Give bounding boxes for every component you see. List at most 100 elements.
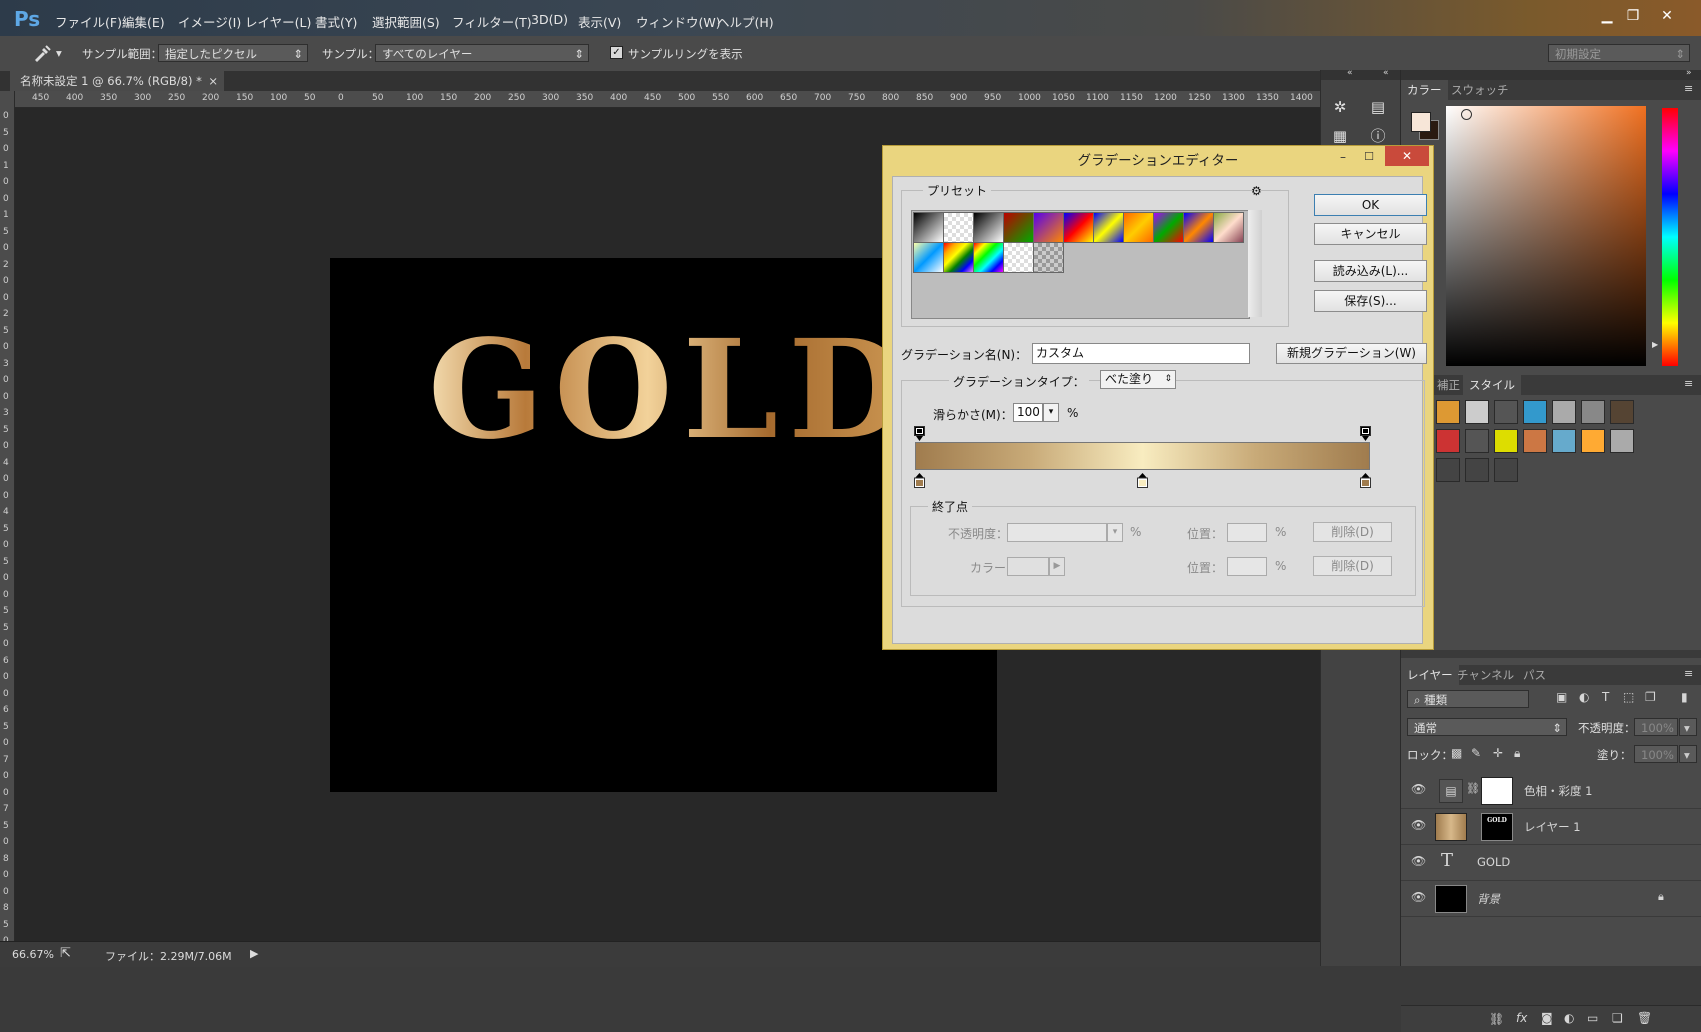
gradient-preset-swatch[interactable] bbox=[973, 212, 1004, 243]
style-swatch[interactable] bbox=[1494, 458, 1518, 482]
layer-row[interactable]: 👁︎ 背景 🔒︎ bbox=[1401, 880, 1701, 917]
gradient-preset-swatch[interactable] bbox=[913, 212, 944, 243]
brush-settings-icon[interactable]: ✲ bbox=[1327, 96, 1353, 118]
new-layer-icon[interactable]: ❏ bbox=[1612, 1011, 1623, 1025]
gradient-preset-swatch[interactable] bbox=[913, 242, 944, 273]
tab-swatches[interactable]: スウォッチ bbox=[1445, 80, 1515, 100]
visibility-eye-icon[interactable]: 👁︎ bbox=[1411, 782, 1426, 796]
sample-select[interactable]: すべてのレイヤー ⇕ bbox=[375, 44, 589, 62]
gradient-preset-swatch[interactable] bbox=[1153, 212, 1184, 243]
menu-image[interactable]: イメージ(I) bbox=[178, 12, 241, 31]
style-swatch[interactable] bbox=[1436, 400, 1460, 424]
menu-window[interactable]: ウィンドウ(W) bbox=[636, 12, 721, 31]
style-swatch[interactable] bbox=[1436, 429, 1460, 453]
layer-thumbnail[interactable] bbox=[1435, 885, 1467, 913]
new-gradient-button[interactable]: 新規グラデーション(W) bbox=[1276, 343, 1427, 364]
style-swatch[interactable] bbox=[1610, 429, 1634, 453]
dialog-maximize-button[interactable]: ☐ bbox=[1357, 150, 1381, 170]
hue-slider[interactable] bbox=[1662, 108, 1678, 366]
filter-adjustment-icon[interactable]: ◐ bbox=[1579, 690, 1589, 704]
tab-styles[interactable]: スタイル bbox=[1463, 375, 1521, 395]
gradient-preset-swatch[interactable] bbox=[973, 242, 1004, 273]
color-stop-middle[interactable] bbox=[1137, 473, 1148, 488]
layer-row[interactable]: 👁︎ GOLD レイヤー 1 bbox=[1401, 808, 1701, 845]
save-button[interactable]: 保存(S)... bbox=[1314, 290, 1427, 312]
blend-mode-select[interactable]: 通常 ⇕ bbox=[1407, 718, 1567, 736]
fx-icon[interactable]: fx bbox=[1516, 1011, 1527, 1025]
style-swatch[interactable] bbox=[1465, 400, 1489, 424]
opacity-stop-right[interactable] bbox=[1360, 426, 1371, 441]
brush-presets-icon[interactable]: ▦ bbox=[1327, 125, 1353, 147]
gradient-preset-swatch[interactable] bbox=[1123, 212, 1154, 243]
menu-help[interactable]: ヘルプ(H) bbox=[717, 12, 774, 31]
style-swatch[interactable] bbox=[1436, 458, 1460, 482]
layer-name[interactable]: レイヤー 1 bbox=[1524, 819, 1581, 835]
delete-color-stop-button[interactable]: 削除(D) bbox=[1313, 556, 1392, 576]
expand-right-icon[interactable]: » bbox=[1686, 68, 1692, 78]
stop-opacity-dropdown-icon[interactable]: ▾ bbox=[1107, 523, 1123, 542]
preset-scrollbar[interactable] bbox=[1248, 210, 1262, 317]
tab-paths[interactable]: パス bbox=[1517, 665, 1552, 685]
style-swatch[interactable] bbox=[1494, 429, 1518, 453]
export-icon[interactable]: ⇱ bbox=[60, 946, 71, 961]
close-window-button[interactable]: ✕ bbox=[1652, 6, 1682, 26]
color-field[interactable] bbox=[1446, 106, 1646, 366]
smoothness-dropdown-arrow-icon[interactable]: ▾ bbox=[1043, 403, 1059, 422]
menu-type[interactable]: 書式(Y) bbox=[315, 12, 357, 31]
panel-menu-icon[interactable]: ≡ bbox=[1684, 82, 1693, 95]
hue-slider-handle-icon[interactable]: ▶ bbox=[1652, 340, 1658, 349]
gradient-preset-swatch[interactable] bbox=[1033, 242, 1064, 273]
opacity-stop-left[interactable] bbox=[914, 426, 925, 441]
panel-collapse-bar[interactable] bbox=[1321, 70, 1401, 80]
adjustment-icon[interactable]: ◐ bbox=[1564, 1011, 1574, 1025]
menu-3d[interactable]: 3D(D) bbox=[531, 12, 568, 27]
gradient-preset-swatch[interactable] bbox=[1003, 212, 1034, 243]
history-icon[interactable]: ▤ bbox=[1365, 96, 1391, 118]
status-menu-arrow-icon[interactable]: ▶ bbox=[250, 947, 258, 960]
gradient-preset-swatch[interactable] bbox=[943, 212, 974, 243]
color-stop-left[interactable] bbox=[914, 473, 925, 488]
style-swatch[interactable] bbox=[1465, 429, 1489, 453]
gradient-preview-bar[interactable] bbox=[915, 442, 1370, 470]
filter-shape-icon[interactable]: ⬚ bbox=[1623, 690, 1634, 704]
color-stop-right[interactable] bbox=[1360, 473, 1371, 488]
gradient-preset-swatch[interactable] bbox=[943, 242, 974, 273]
close-tab-icon[interactable]: × bbox=[208, 71, 218, 91]
sample-size-select[interactable]: 指定したピクセル ⇕ bbox=[158, 44, 308, 62]
stop-color-swatch[interactable] bbox=[1007, 557, 1049, 576]
color-picker-ring[interactable] bbox=[1461, 109, 1472, 120]
opacity-dropdown-arrow-icon[interactable]: ▾ bbox=[1679, 718, 1697, 736]
info-icon[interactable]: ⓘ bbox=[1365, 125, 1391, 147]
menu-layer[interactable]: レイヤー(L) bbox=[245, 12, 311, 31]
show-ring-checkbox[interactable]: ✓ bbox=[610, 46, 623, 59]
style-swatch[interactable] bbox=[1523, 429, 1547, 453]
filter-type-icon[interactable]: T bbox=[1602, 690, 1609, 704]
menu-filter[interactable]: フィルター(T) bbox=[452, 12, 532, 31]
style-swatch[interactable] bbox=[1581, 429, 1605, 453]
gradient-preset-swatch[interactable] bbox=[1033, 212, 1064, 243]
panel-menu-icon[interactable]: ≡ bbox=[1684, 667, 1693, 680]
restore-button[interactable]: ❐ bbox=[1618, 6, 1648, 26]
preset-gear-icon[interactable]: ⚙ bbox=[1251, 184, 1262, 198]
gradient-preset-swatch[interactable] bbox=[1063, 212, 1094, 243]
collapse-left-icon[interactable]: « bbox=[1383, 68, 1389, 78]
opacity-field[interactable]: 100% bbox=[1634, 718, 1678, 736]
trash-icon[interactable]: 🗑︎ bbox=[1637, 1011, 1652, 1025]
layer-row[interactable]: 👁︎ T GOLD bbox=[1401, 844, 1701, 881]
collapse-left-icon[interactable]: « bbox=[1347, 68, 1353, 78]
lock-image-icon[interactable]: ✎ bbox=[1471, 746, 1481, 760]
color-position-input[interactable] bbox=[1227, 557, 1267, 576]
tool-preset-arrow-icon[interactable]: ▾ bbox=[56, 46, 62, 60]
tab-adjustments[interactable]: 補正 bbox=[1431, 375, 1466, 395]
document-tab[interactable]: 名称未設定 1 @ 66.7% (RGB/8) * × bbox=[10, 71, 224, 91]
stop-color-arrow-icon[interactable]: ▶ bbox=[1049, 557, 1065, 576]
lock-position-icon[interactable]: ✛ bbox=[1493, 746, 1503, 760]
fill-dropdown-arrow-icon[interactable]: ▾ bbox=[1679, 745, 1697, 763]
dialog-minimize-button[interactable]: – bbox=[1331, 150, 1355, 170]
zoom-level[interactable]: 66.67% bbox=[12, 948, 54, 961]
smoothness-input[interactable]: 100 bbox=[1013, 403, 1043, 422]
tab-channels[interactable]: チャンネル bbox=[1451, 665, 1520, 685]
gradient-preset-swatch[interactable] bbox=[1003, 242, 1034, 273]
stop-opacity-input[interactable] bbox=[1007, 523, 1107, 542]
tab-layers[interactable]: レイヤー bbox=[1401, 665, 1459, 685]
